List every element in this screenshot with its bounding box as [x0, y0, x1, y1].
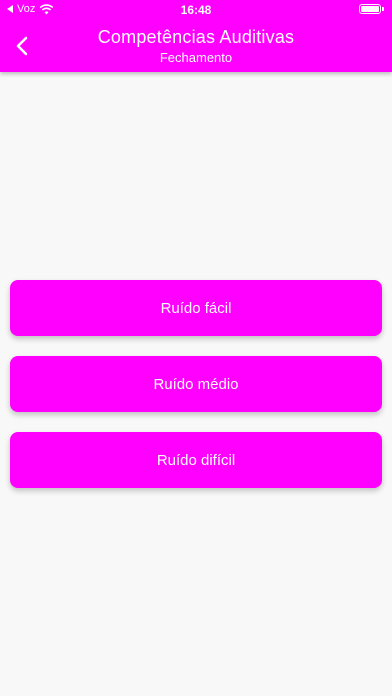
app-header: Voz 16:48 Competências Auditivas Fechame… [0, 0, 392, 72]
page-title: Competências Auditivas [97, 27, 295, 47]
easy-noise-button[interactable]: Ruído fácil [10, 280, 382, 336]
battery-fill [361, 6, 379, 12]
medium-noise-button[interactable]: Ruído médio [10, 356, 382, 412]
status-time: 16:48 [180, 3, 212, 17]
battery-icon [359, 4, 384, 14]
page-subtitle: Fechamento [159, 50, 233, 65]
level-buttons: Ruído fácil Ruído médio Ruído difícil [10, 280, 382, 508]
status-bar: Voz 16:48 [0, 0, 392, 20]
hard-noise-button[interactable]: Ruído difícil [10, 432, 382, 488]
